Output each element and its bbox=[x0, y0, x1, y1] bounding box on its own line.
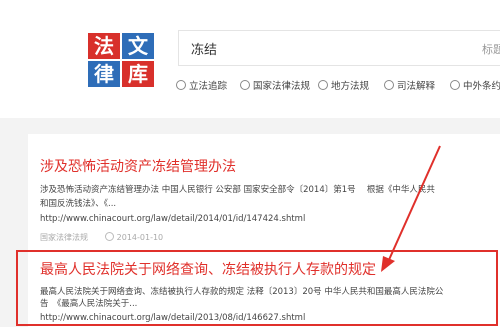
header: 法 文 律 库 标题 立法追踪 国家法律法规 地方法规 司法解释 中外条约 bbox=[0, 0, 500, 118]
result-title-link[interactable]: 涉及恐怖活动资产冻结管理办法 bbox=[40, 156, 236, 176]
result-url[interactable]: http://www.chinacourt.org/law/detail/201… bbox=[40, 214, 305, 225]
radio-icon[interactable] bbox=[450, 80, 460, 90]
radio-icon[interactable] bbox=[384, 80, 394, 90]
logo-char: 法 bbox=[88, 33, 120, 59]
radio-icon[interactable] bbox=[240, 80, 250, 90]
search-box: 标题 bbox=[178, 30, 500, 66]
result-snippet: 和国反洗钱法》、《... bbox=[40, 199, 117, 209]
highlight-box bbox=[16, 250, 498, 326]
site-logo[interactable]: 法 文 律 库 bbox=[88, 33, 156, 89]
filter-label: 立法追踪 bbox=[189, 81, 228, 92]
logo-char: 律 bbox=[88, 61, 120, 87]
radio-icon[interactable] bbox=[318, 80, 328, 90]
result-meta: 国家法律法规 2014-01-10 bbox=[40, 232, 163, 243]
filter-label: 地方法规 bbox=[331, 81, 370, 92]
search-input[interactable] bbox=[191, 37, 441, 59]
clock-icon bbox=[105, 232, 115, 241]
result-category: 国家法律法规 bbox=[40, 233, 88, 242]
filter-label: 司法解释 bbox=[397, 81, 436, 92]
filter-option-local-regulations[interactable]: 地方法规 bbox=[318, 80, 369, 93]
result-snippet: 涉及恐怖活动资产冻结管理办法 中国人民银行 公安部 国家安全部令〔2014〕第1… bbox=[40, 185, 435, 195]
filter-options: 立法追踪 国家法律法规 地方法规 司法解释 中外条约 bbox=[176, 80, 500, 94]
search-field-hint[interactable]: 标题 bbox=[482, 41, 500, 57]
filter-label: 中外条约 bbox=[463, 81, 500, 92]
filter-option-legislation-tracking[interactable]: 立法追踪 bbox=[176, 80, 227, 93]
filter-option-judicial-interpretation[interactable]: 司法解释 bbox=[384, 80, 435, 93]
logo-char: 文 bbox=[122, 33, 154, 59]
filter-option-national-laws[interactable]: 国家法律法规 bbox=[240, 80, 310, 93]
radio-icon[interactable] bbox=[176, 80, 186, 90]
result-date: 2014-01-10 bbox=[116, 233, 164, 242]
logo-char: 库 bbox=[122, 61, 154, 87]
filter-label: 国家法律法规 bbox=[253, 81, 311, 92]
filter-option-treaties[interactable]: 中外条约 bbox=[450, 80, 500, 93]
